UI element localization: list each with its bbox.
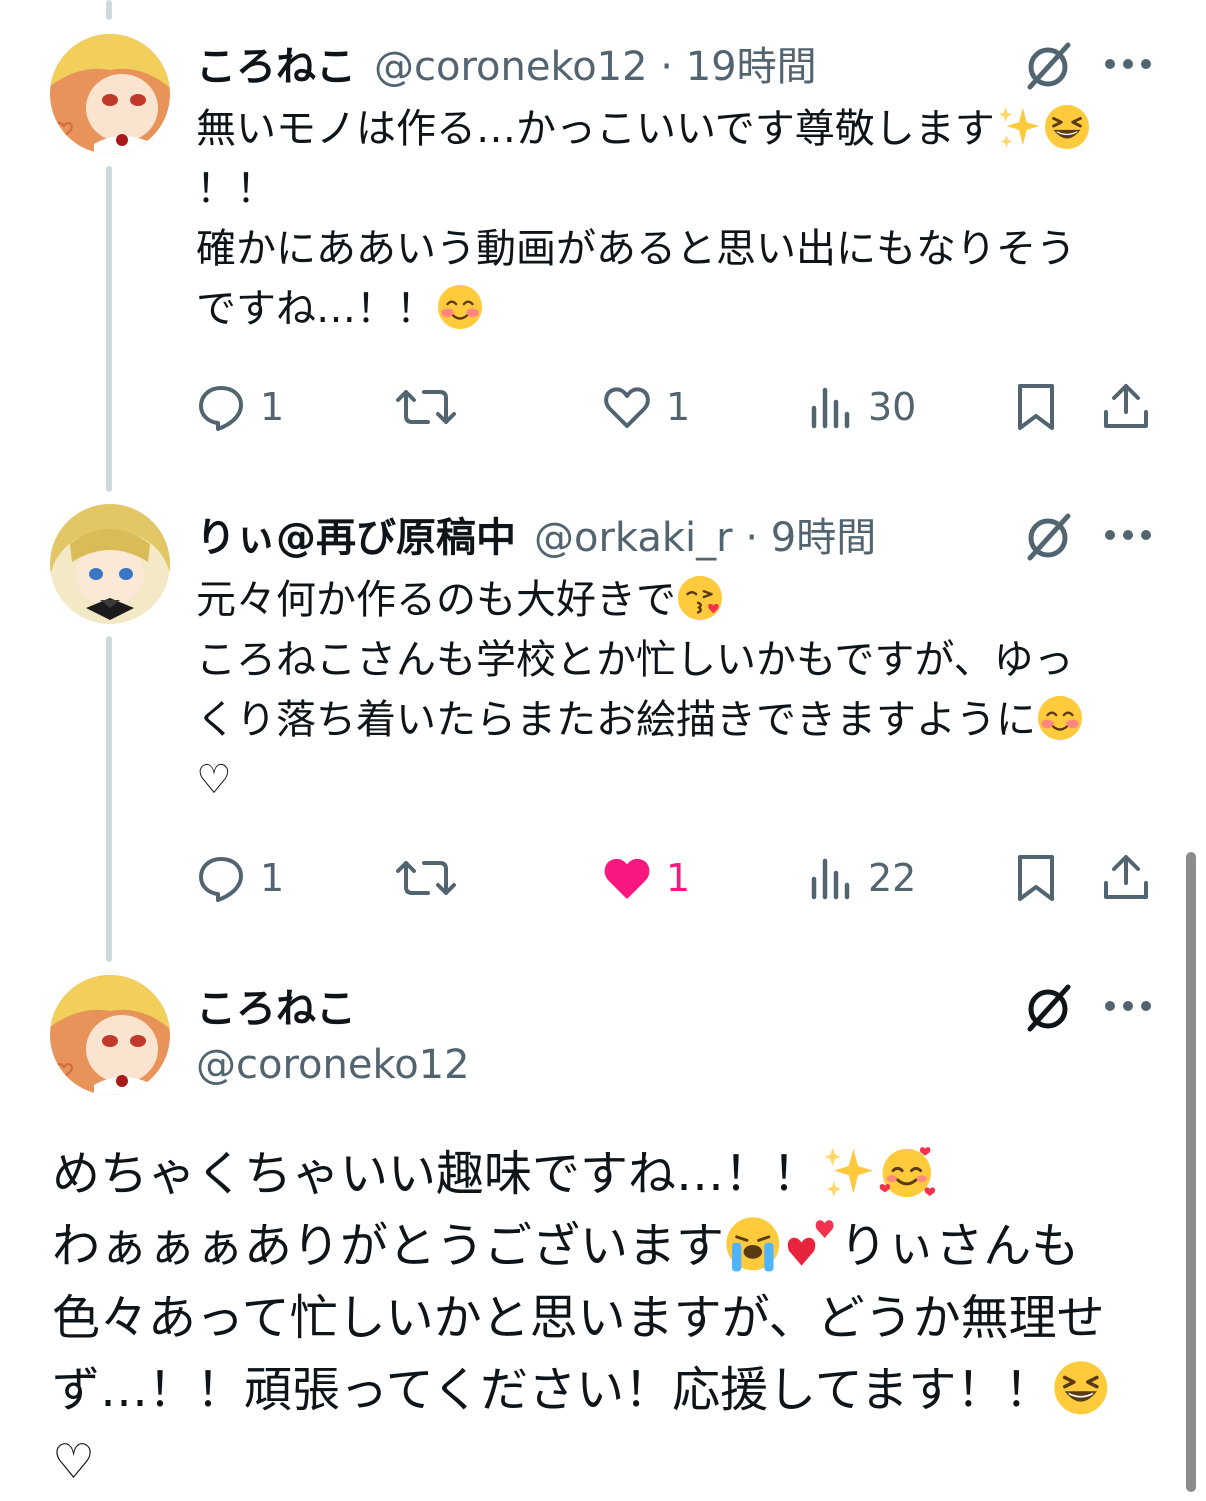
blushing-smile-emoji-icon (1036, 694, 1084, 742)
handle[interactable]: @coroneko12 (196, 1042, 470, 1088)
tweet-text-line: わぁぁぁありがとうございます りぃさんも (52, 1210, 1162, 1282)
reply-bubble-icon (199, 857, 243, 902)
tweet-text-line: ！！ (196, 166, 276, 212)
text-segment: めちゃくちゃいい趣味ですね…！！ (52, 1146, 821, 1202)
tweet-text-line: ♡ (196, 757, 232, 803)
tweet-text-line: ず…！！頑張ってください！応援してます！！ (52, 1354, 1162, 1426)
reply-button[interactable]: 1 (196, 377, 284, 437)
tweet-text: 元々何か作るのも大好きで ころねこさんも学校とか忙しいかもですが、ゆっ くり落ち… (196, 570, 1166, 810)
thread-line-2 (106, 636, 112, 962)
like-count: 1 (666, 385, 691, 429)
tweet-text-line: ですね…！！ (196, 279, 1166, 339)
text-segment: 無いモノは作る…かっこいいです尊敬します (196, 106, 995, 152)
bookmark-button[interactable] (1014, 848, 1058, 908)
like-button[interactable]: 1 (602, 377, 690, 437)
reply-count: 1 (260, 385, 285, 429)
tweet-text-line: 確かにああいう動画があると思い出にもなりそう (196, 226, 1076, 272)
handle-and-time[interactable]: @orkaki_r · 9時間 (534, 505, 876, 563)
tweet-text-line: 元々何か作るのも大好きで (196, 570, 1166, 630)
display-name[interactable]: りぃ@再び原稿中 (196, 505, 516, 563)
avatar-coroneko-image (50, 975, 170, 1095)
reply-count: 1 (260, 856, 285, 900)
text-segment: くり落ち着いたらまたお絵描きできますように (196, 697, 1036, 743)
tweet-text: 無いモノは作る…かっこいいです尊敬します ！！ 確かにああいう動画があると思い出… (196, 99, 1166, 339)
display-name[interactable]: ころねこ (196, 34, 356, 92)
grok-slash-icon[interactable] (1020, 979, 1076, 1035)
thread-line-top (106, 0, 112, 20)
reply-button[interactable]: 1 (196, 848, 284, 908)
text-segment: りぃさんも (839, 1218, 1080, 1274)
bookmark-icon (1018, 384, 1054, 430)
grinning-squint-emoji-icon (1043, 103, 1091, 151)
scrollbar[interactable] (1186, 852, 1196, 1492)
like-count: 1 (666, 856, 691, 900)
text-segment: ず…！！頑張ってください！応援してます！！ (52, 1362, 1053, 1418)
smiling-face-hearts-emoji-icon (877, 1145, 936, 1199)
tweet-text-line: くり落ち着いたらまたお絵描きできますように (196, 690, 1166, 750)
views-button[interactable]: 30 (808, 377, 916, 437)
more-dots-icon[interactable] (1104, 525, 1152, 545)
retweet-button[interactable] (396, 377, 456, 437)
blushing-smile-emoji-icon (436, 283, 484, 331)
avatar[interactable] (50, 504, 170, 624)
tweet-text-line: 無いモノは作る…かっこいいです尊敬します (196, 99, 1166, 159)
tweet-text-line: めちゃくちゃいい趣味ですね…！！ (52, 1138, 1162, 1210)
share-icon (1104, 855, 1148, 899)
display-name[interactable]: ころねこ (196, 976, 356, 1034)
avatar[interactable] (50, 34, 170, 154)
main-tweet-text: めちゃくちゃいい趣味ですね…！！ わぁぁぁありがとうございます りぃさんも 色々あ… (52, 1138, 1162, 1498)
tweet-text-line: 色々あって忙しいかと思いますが、どうか無理せ (52, 1290, 1105, 1346)
retweet-icon (396, 390, 456, 424)
action-bar: 1 1 30 (196, 377, 1156, 437)
grok-slash-icon[interactable] (1020, 37, 1076, 93)
action-bar: 1 1 22 (196, 848, 1156, 908)
tweet-text-line: ♡ (52, 1434, 96, 1490)
views-bar-icon (811, 387, 850, 429)
heart-filled-icon (604, 858, 650, 899)
views-bar-icon (811, 858, 850, 900)
avatar-coroneko-image (50, 34, 170, 154)
bookmark-button[interactable] (1014, 377, 1058, 437)
share-button[interactable] (1102, 848, 1150, 908)
share-icon (1104, 384, 1148, 428)
tweet-text-line: ころねこさんも学校とか忙しいかもですが、ゆっ (196, 637, 1074, 683)
retweet-icon (396, 861, 456, 895)
views-button[interactable]: 22 (808, 848, 916, 908)
grok-slash-icon[interactable] (1020, 508, 1076, 564)
share-button[interactable] (1102, 377, 1150, 437)
text-segment: ですね…！！ (196, 286, 436, 332)
heart-icon (604, 387, 650, 428)
loudly-crying-emoji-icon (724, 1215, 781, 1273)
avatar[interactable] (50, 975, 170, 1095)
avatar-rii-image (50, 504, 170, 624)
sparkles-emoji-icon (998, 106, 1039, 148)
sparkles-emoji-icon (824, 1147, 874, 1198)
more-dots-icon[interactable] (1104, 996, 1152, 1016)
main-display-name-row: ころねこ (196, 975, 356, 1035)
text-segment: わぁぁぁありがとうございます (52, 1218, 725, 1274)
views-count: 30 (868, 385, 917, 429)
kissing-face-emoji-icon (676, 574, 724, 622)
text-segment: 元々何か作るのも大好きで (196, 577, 676, 623)
reply-bubble-icon (199, 386, 243, 431)
more-dots-icon[interactable] (1104, 54, 1152, 74)
tweet-header: ころねこ @coroneko12 · 19時間 (196, 33, 817, 93)
handle-and-time[interactable]: @coroneko12 · 19時間 (374, 34, 817, 92)
retweet-button[interactable] (396, 848, 456, 908)
like-button[interactable]: 1 (602, 848, 690, 908)
main-handle-row: @coroneko12 (196, 1035, 470, 1095)
tweet-header: りぃ@再び原稿中 @orkaki_r · 9時間 (196, 504, 876, 564)
thread-line-1 (106, 166, 112, 492)
grinning-squint-emoji-icon (1052, 1359, 1110, 1416)
two-hearts-emoji-icon (787, 1220, 834, 1266)
bookmark-icon (1018, 855, 1054, 901)
views-count: 22 (868, 856, 917, 900)
